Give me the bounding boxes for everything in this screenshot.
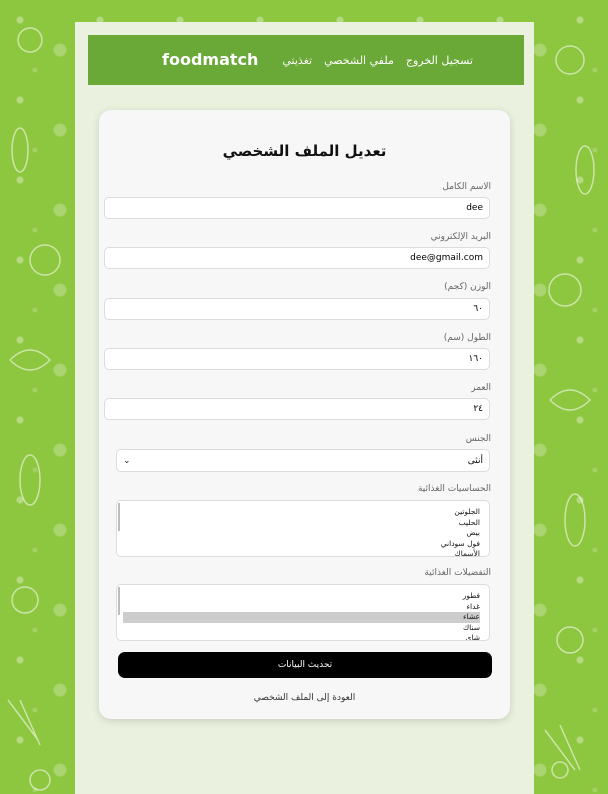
preference-option[interactable]: فطور — [123, 591, 480, 602]
age-input[interactable]: ٢٤ — [104, 398, 490, 420]
preference-option[interactable]: غداء — [123, 602, 480, 613]
preference-option[interactable]: سناك — [123, 623, 480, 634]
preference-option-selected[interactable]: عشاء — [123, 612, 480, 623]
nav-links: تسجيل الخروج ملفي الشخصي تغذيتي — [282, 54, 473, 67]
brand-logo[interactable]: foodmatch — [162, 50, 258, 69]
allergy-option[interactable]: الحليب — [123, 518, 480, 529]
gender-select[interactable]: أنثى ⌄ — [116, 449, 490, 472]
edit-profile-card: تعديل الملف الشخصي الاسم الكامل dee البر… — [99, 110, 510, 719]
email-input[interactable]: dee@gmail.com — [104, 247, 490, 269]
height-label: الطول (سم) — [443, 333, 491, 343]
full-name-label: الاسم الكامل — [442, 182, 491, 192]
update-data-button[interactable]: تحديث البيانات — [118, 652, 492, 678]
allergy-option[interactable]: فول سوداني — [123, 539, 480, 550]
chevron-down-icon: ⌄ — [123, 455, 131, 466]
weight-label: الوزن (كجم) — [444, 282, 491, 292]
allergy-option[interactable]: الجلوتين — [123, 507, 480, 518]
nav-link-logout[interactable]: تسجيل الخروج — [406, 54, 473, 67]
allergy-option[interactable]: بيض — [123, 528, 480, 539]
navbar: تسجيل الخروج ملفي الشخصي تغذيتي foodmatc… — [88, 35, 524, 85]
weight-input[interactable]: ٦٠ — [104, 298, 490, 320]
nav-link-my-profile[interactable]: ملفي الشخصي — [324, 54, 394, 67]
email-label: البريد الإلكتروني — [430, 232, 491, 242]
height-input[interactable]: ١٦٠ — [104, 348, 490, 370]
gender-label: الجنس — [465, 434, 491, 444]
scrollbar[interactable] — [118, 587, 120, 615]
page-container: تسجيل الخروج ملفي الشخصي تغذيتي foodmatc… — [75, 22, 534, 794]
gender-selected-value: أنثى — [467, 455, 483, 466]
full-name-input[interactable]: dee — [104, 197, 490, 219]
scrollbar[interactable] — [118, 503, 120, 531]
preferences-label: التفضيلات الغذائية — [424, 568, 491, 578]
age-label: العمر — [471, 383, 491, 393]
allergy-option[interactable]: الأسماك — [123, 549, 480, 556]
allergies-multiselect[interactable]: الجلوتين الحليب بيض فول سوداني الأسماك — [116, 500, 490, 557]
nav-link-my-nutrition[interactable]: تغذيتي — [282, 54, 312, 67]
allergies-label: الحساسيات الغذائية — [417, 484, 491, 494]
page-title: تعديل الملف الشخصي — [222, 142, 387, 160]
preferences-multiselect[interactable]: فطور غداء عشاء سناك شاي — [116, 584, 490, 641]
preference-option[interactable]: شاي — [123, 633, 480, 640]
back-to-profile-link[interactable]: العودة إلى الملف الشخصي — [99, 693, 510, 703]
